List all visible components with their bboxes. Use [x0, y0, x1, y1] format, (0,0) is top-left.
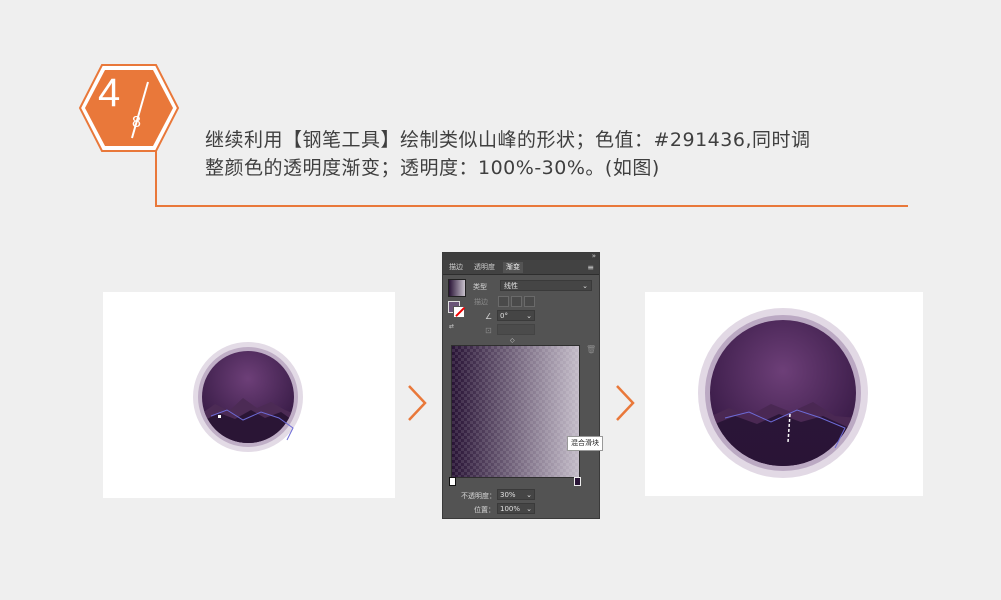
- tooltip: 混合滑块: [567, 436, 603, 451]
- location-field[interactable]: 100% ⌄: [497, 503, 535, 514]
- stroke-gradient-across-button[interactable]: [524, 296, 535, 307]
- angle-icon: ∠: [485, 312, 493, 321]
- aspect-ratio-field[interactable]: [497, 324, 535, 335]
- panel-tabbar: 描边 透明度 渐变 ≡: [443, 260, 599, 275]
- panel-menu-icon[interactable]: ≡: [587, 263, 594, 272]
- chevron-down-icon: ⌄: [526, 505, 532, 513]
- reverse-gradient-icon[interactable]: ⇄: [449, 323, 454, 330]
- gradient-slider-preview[interactable]: [451, 345, 580, 478]
- opacity-field[interactable]: 30% ⌄: [497, 489, 535, 500]
- tab-stroke[interactable]: 描边: [446, 262, 466, 273]
- chevron-down-icon: ⌄: [526, 491, 532, 499]
- stroke-label: 描边: [474, 298, 488, 306]
- step-number: 4: [98, 71, 121, 115]
- opacity-value: 30%: [500, 491, 516, 499]
- double-chevron-icon[interactable]: »: [592, 252, 596, 260]
- gradient-stop-left[interactable]: [449, 477, 456, 486]
- gradient-panel: » 描边 透明度 渐变 ≡ 类型 线性 ⌄ 描边 ⇄ ∠ 0° ⌄ ⊡ ◇ 🗑 …: [442, 252, 603, 519]
- stroke-gradient-within-button[interactable]: [498, 296, 509, 307]
- before-illustration-panel: [103, 292, 395, 498]
- chevron-right-icon: [408, 385, 427, 421]
- type-select[interactable]: 线性 ⌄: [500, 280, 592, 291]
- chevron-down-icon: ⌄: [582, 282, 588, 290]
- stroke-gradient-along-button[interactable]: [511, 296, 522, 307]
- trash-icon[interactable]: 🗑: [586, 345, 596, 354]
- connector-line-vertical: [155, 150, 157, 206]
- type-label: 类型: [473, 283, 487, 291]
- chevron-right-icon: [616, 385, 635, 421]
- location-label: 位置：: [474, 506, 495, 514]
- angle-value: 0°: [500, 312, 508, 320]
- after-illustration-panel: [645, 292, 923, 496]
- connector-line-horizontal: [155, 205, 908, 207]
- step-total: 8: [132, 114, 141, 131]
- gradient-stop-right[interactable]: [574, 477, 581, 486]
- gradient-thumbnail[interactable]: [448, 279, 466, 297]
- type-value: 线性: [504, 282, 518, 290]
- before-illustration: [193, 342, 303, 452]
- angle-field[interactable]: 0° ⌄: [497, 310, 535, 321]
- opacity-label: 不透明度：: [461, 492, 496, 500]
- aspect-ratio-icon: ⊡: [485, 326, 492, 335]
- after-illustration: [698, 308, 868, 478]
- chevron-down-icon: ⌄: [526, 312, 532, 320]
- midpoint-diamond-icon[interactable]: ◇: [510, 337, 515, 344]
- instruction-line-2: 整颜色的透明度渐变；透明度：100%-30%。(如图): [205, 157, 660, 179]
- tab-transparency[interactable]: 透明度: [471, 262, 498, 273]
- instruction-text: 继续利用【钢笔工具】绘制类似山峰的形状；色值：#291436,同时调 整颜色的透…: [205, 126, 905, 182]
- tab-gradient[interactable]: 渐变: [503, 262, 523, 273]
- stroke-swatch[interactable]: [453, 306, 465, 318]
- panel-titlebar: »: [443, 252, 599, 260]
- instruction-line-1: 继续利用【钢笔工具】绘制类似山峰的形状；色值：#291436,同时调: [205, 129, 811, 151]
- location-value: 100%: [500, 505, 521, 513]
